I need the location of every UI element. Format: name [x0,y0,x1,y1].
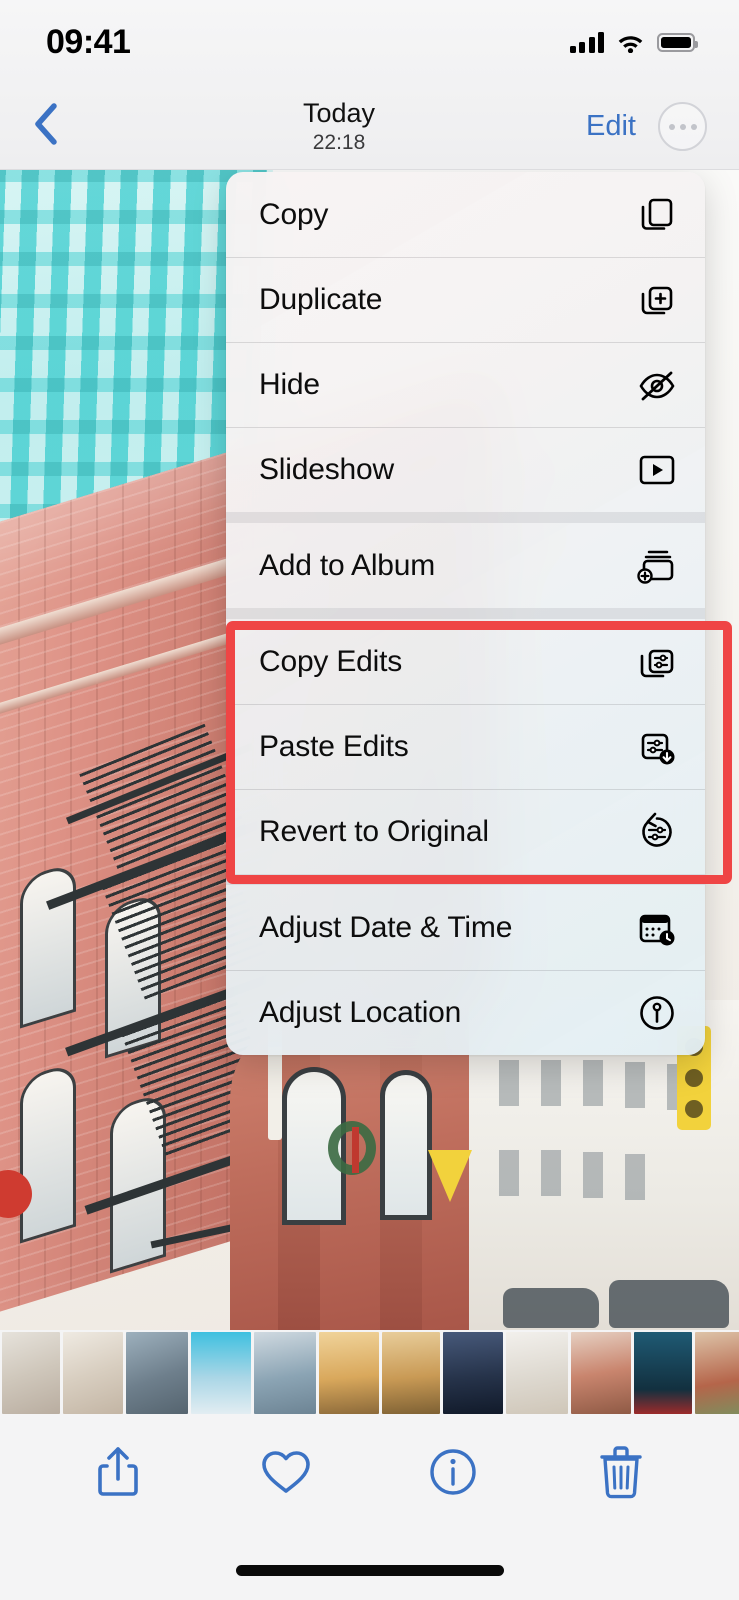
wifi-icon [617,32,644,53]
photos-detail-screen: 09:41 Today 22:18 Edit Copy Duplicate Hi… [0,0,739,1600]
menu-item-label: Adjust Date & Time [259,910,513,944]
menu-item-label: Hide [259,367,320,401]
status-time: 09:41 [46,22,131,61]
menu-item-duplicate[interactable]: Duplicate [226,257,705,342]
copy-edits-icon [634,639,680,685]
status-indicators [569,31,698,53]
menu-item-label: Slideshow [259,452,394,486]
share-button[interactable] [82,1438,154,1510]
photo-window-1 [20,861,76,1029]
home-indicator[interactable] [235,1565,504,1576]
list-item[interactable] [254,1332,316,1414]
page-title: Today 22:18 [92,98,586,154]
photo-corner-window-2 [380,1070,432,1220]
revert-to-original-icon [634,809,680,855]
location-pin-circle-icon [634,990,680,1036]
back-button[interactable] [0,99,92,154]
info-circle-icon [427,1446,479,1503]
status-bar: 09:41 [0,0,739,84]
menu-separator-3 [226,874,705,885]
photo-window-3 [20,1061,76,1244]
menu-item-label: Add to Album [259,548,436,582]
list-item[interactable] [2,1332,60,1414]
photo-wreath [328,1121,376,1175]
photo-yellow-arrow-sign [428,1150,472,1202]
menu-item-revert-to-original[interactable]: Revert to Original [226,789,705,874]
play-rectangle-icon [634,447,680,493]
menu-item-slideshow[interactable]: Slideshow [226,427,705,512]
menu-item-copy-edits[interactable]: Copy Edits [226,619,705,704]
menu-item-paste-edits[interactable]: Paste Edits [226,704,705,789]
battery-icon [657,32,698,52]
photo-car-2 [503,1288,599,1328]
list-item[interactable] [126,1332,188,1414]
list-item[interactable] [506,1332,568,1414]
ellipsis-circle-icon[interactable] [658,102,707,151]
signal-bars-icon [569,31,604,53]
edit-button[interactable]: Edit [586,110,658,143]
menu-item-label: Copy [259,197,329,231]
menu-item-hide[interactable]: Hide [226,342,705,427]
eye-slash-icon [634,362,680,408]
menu-item-label: Adjust Location [259,995,462,1029]
list-item[interactable] [63,1332,123,1414]
list-item[interactable] [319,1332,379,1414]
heart-icon [258,1447,314,1502]
thumbnail-filmstrip[interactable] [0,1332,739,1414]
bottom-toolbar [0,1414,739,1534]
menu-item-label: Copy Edits [259,644,403,678]
share-icon [93,1444,143,1505]
context-menu[interactable]: Copy Duplicate Hide Slideshow Add to Alb… [226,172,705,1055]
list-item[interactable] [191,1332,251,1414]
menu-item-label: Duplicate [259,282,383,316]
menu-item-add-to-album[interactable]: Add to Album [226,523,705,608]
paste-edits-icon [634,724,680,770]
list-item[interactable] [634,1332,692,1414]
photo-car-1 [609,1280,729,1328]
delete-button[interactable] [585,1438,657,1510]
menu-item-adjust-location[interactable]: Adjust Location [226,970,705,1055]
chevron-left-icon [31,99,61,154]
favorite-button[interactable] [250,1438,322,1510]
list-item[interactable] [443,1332,503,1414]
nav-bar: Today 22:18 Edit [0,84,739,170]
menu-item-label: Paste Edits [259,729,409,763]
menu-separator-1 [226,512,705,523]
copy-icon [634,192,680,238]
list-item[interactable] [695,1332,739,1414]
menu-item-adjust-date-time[interactable]: Adjust Date & Time [226,885,705,970]
calendar-clock-icon [634,905,680,951]
duplicate-icon [634,277,680,323]
menu-item-copy[interactable]: Copy [226,172,705,257]
add-to-album-icon [634,543,680,589]
menu-item-label: Revert to Original [259,814,489,848]
list-item[interactable] [571,1332,631,1414]
title-day: Today [302,98,376,129]
title-time: 22:18 [312,130,366,154]
trash-icon [597,1444,645,1505]
menu-separator-2 [226,608,705,619]
list-item[interactable] [382,1332,440,1414]
info-button[interactable] [417,1438,489,1510]
